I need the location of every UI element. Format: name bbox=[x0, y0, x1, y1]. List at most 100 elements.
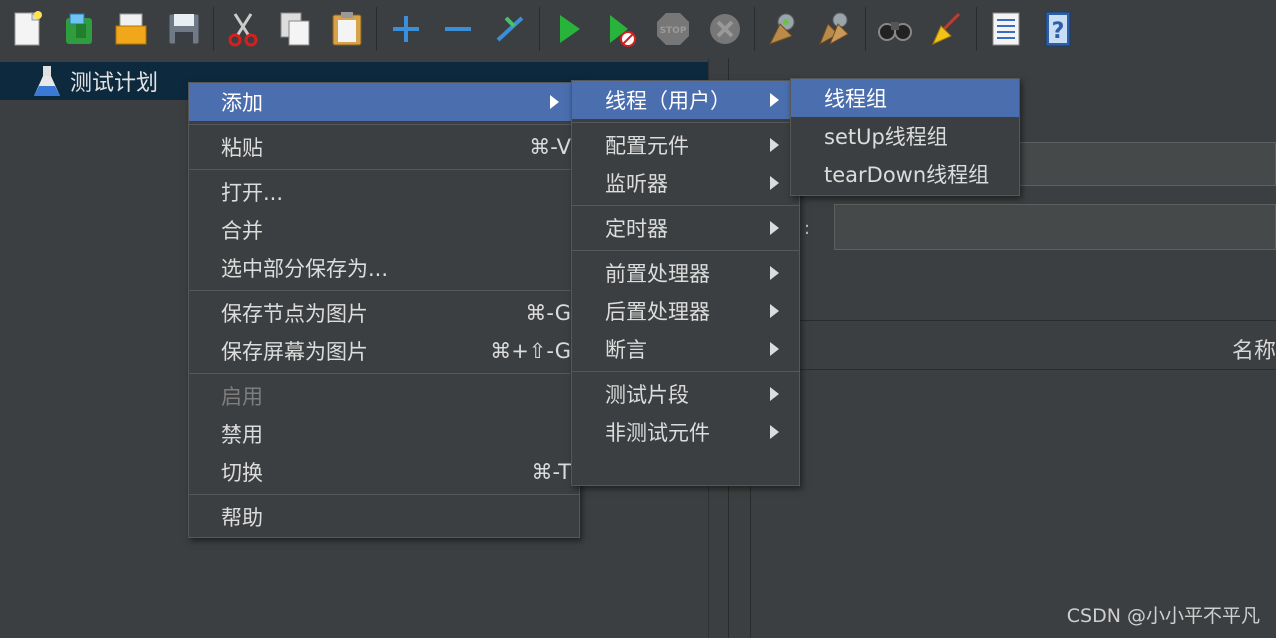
collapse-icon bbox=[445, 27, 471, 31]
comments-field[interactable] bbox=[834, 204, 1276, 250]
menu-item-disable[interactable]: 禁用 bbox=[189, 415, 579, 453]
menu-separator bbox=[572, 371, 799, 372]
menu-item-assertions[interactable]: 断言 bbox=[572, 330, 799, 368]
menu-item-setup-thread-group[interactable]: setUp线程组 bbox=[791, 117, 1019, 155]
watermark: CSDN @小小平不平凡 bbox=[1066, 605, 1260, 627]
menu-item-test-fragment[interactable]: 测试片段 bbox=[572, 375, 799, 413]
toggle-icon bbox=[496, 16, 524, 42]
menu-separator bbox=[572, 205, 799, 206]
svg-text:?: ? bbox=[1052, 19, 1065, 44]
menu-separator bbox=[189, 290, 579, 291]
copy-button[interactable] bbox=[269, 4, 321, 54]
menu-item-label: 保存屏幕为图片 bbox=[221, 340, 368, 364]
menu-item-toggle[interactable]: 切换 ⌘-T bbox=[189, 453, 579, 491]
clear-all-button[interactable] bbox=[810, 4, 862, 54]
stop-button[interactable]: STOP bbox=[647, 4, 699, 54]
toolbar-separator bbox=[539, 7, 540, 51]
menu-item-label: 切换 bbox=[221, 461, 263, 485]
menu-item-pre-processors[interactable]: 前置处理器 bbox=[572, 254, 799, 292]
menu-item-save-selection-as[interactable]: 选中部分保存为... bbox=[189, 249, 579, 287]
function-helper-button[interactable] bbox=[980, 4, 1032, 54]
menu-item-label: 打开... bbox=[221, 181, 284, 205]
toolbar-separator bbox=[213, 7, 214, 51]
search-button[interactable] bbox=[869, 4, 921, 54]
menu-item-timer[interactable]: 定时器 bbox=[572, 209, 799, 247]
comments-colon: : bbox=[804, 218, 811, 239]
menu-item-label: 添加 bbox=[221, 91, 263, 115]
new-icon bbox=[14, 11, 42, 46]
toggle-button[interactable] bbox=[484, 4, 536, 54]
submenu-arrow-icon bbox=[770, 221, 779, 235]
menu-item-label: 选中部分保存为... bbox=[221, 257, 389, 281]
tree-node-label: 测试计划 bbox=[70, 71, 159, 96]
menu-item-label: setUp线程组 bbox=[824, 125, 948, 149]
save-button[interactable] bbox=[158, 4, 210, 54]
templates-icon bbox=[66, 13, 92, 44]
cut-button[interactable] bbox=[217, 4, 269, 54]
menu-item-open[interactable]: 打开... bbox=[189, 173, 579, 211]
clear-icon bbox=[768, 13, 795, 45]
column-header-name: 名称 bbox=[1231, 339, 1276, 364]
help-button[interactable]: ? bbox=[1032, 4, 1084, 54]
shortcut-label: ⌘+⇧-G bbox=[490, 339, 571, 363]
expand-all-button[interactable] bbox=[380, 4, 432, 54]
reset-search-button[interactable] bbox=[921, 4, 973, 54]
menu-item-label: 线程组 bbox=[824, 87, 887, 111]
collapse-all-button[interactable] bbox=[432, 4, 484, 54]
start-no-pauses-icon bbox=[610, 15, 636, 47]
menu-item-post-processors[interactable]: 后置处理器 bbox=[572, 292, 799, 330]
menu-item-help[interactable]: 帮助 bbox=[189, 498, 579, 536]
submenu-arrow-icon bbox=[770, 93, 779, 107]
menu-item-label: 配置元件 bbox=[605, 134, 689, 158]
clear-all-icon bbox=[819, 12, 849, 46]
reset-search-icon bbox=[932, 12, 961, 45]
menu-item-teardown-thread-group[interactable]: tearDown线程组 bbox=[791, 155, 1019, 193]
menu-item-label: 测试片段 bbox=[605, 383, 689, 407]
start-button[interactable] bbox=[543, 4, 595, 54]
menu-item-label: 禁用 bbox=[221, 423, 263, 447]
toolbar-separator bbox=[376, 7, 377, 51]
menu-item-merge[interactable]: 合并 bbox=[189, 211, 579, 249]
shutdown-button[interactable] bbox=[699, 4, 751, 54]
new-button[interactable] bbox=[2, 4, 54, 54]
start-icon bbox=[560, 15, 580, 43]
menu-separator bbox=[572, 250, 799, 251]
expand-icon bbox=[393, 16, 419, 42]
toolbar-separator bbox=[976, 7, 977, 51]
shutdown-icon bbox=[710, 14, 740, 44]
menu-item-non-test-elements[interactable]: 非测试元件 bbox=[572, 413, 799, 451]
menu-item-paste[interactable]: 粘贴 ⌘-V bbox=[189, 128, 579, 166]
submenu-arrow-icon bbox=[770, 266, 779, 280]
threads-submenu: 线程组 setUp线程组 tearDown线程组 bbox=[790, 78, 1020, 196]
open-button[interactable] bbox=[106, 4, 158, 54]
name-field[interactable] bbox=[1008, 142, 1276, 186]
menu-item-label: 前置处理器 bbox=[605, 262, 710, 286]
search-icon bbox=[878, 22, 912, 41]
menu-separator bbox=[189, 124, 579, 125]
menu-item-save-screen-as-image[interactable]: 保存屏幕为图片 ⌘+⇧-G bbox=[189, 332, 579, 370]
stop-text: STOP bbox=[660, 26, 687, 36]
clear-button[interactable] bbox=[758, 4, 810, 54]
menu-item-label: 线程（用户） bbox=[605, 89, 731, 113]
start-no-pauses-button[interactable] bbox=[595, 4, 647, 54]
submenu-arrow-icon bbox=[770, 176, 779, 190]
submenu-arrow-icon bbox=[770, 138, 779, 152]
help-icon: ? bbox=[1045, 11, 1071, 47]
menu-separator bbox=[189, 373, 579, 374]
menu-separator bbox=[189, 494, 579, 495]
menu-item-add[interactable]: 添加 bbox=[189, 83, 579, 121]
menu-item-label: 监听器 bbox=[605, 172, 668, 196]
menu-item-label: 定时器 bbox=[605, 217, 668, 241]
menu-item-label: 断言 bbox=[605, 338, 647, 362]
paste-button[interactable] bbox=[321, 4, 373, 54]
menu-item-thread-group[interactable]: 线程组 bbox=[791, 79, 1019, 117]
menu-item-save-node-as-image[interactable]: 保存节点为图片 ⌘-G bbox=[189, 294, 579, 332]
menu-item-listener[interactable]: 监听器 bbox=[572, 164, 799, 202]
menu-item-threads[interactable]: 线程（用户） bbox=[572, 81, 799, 119]
menu-item-label: 帮助 bbox=[221, 506, 263, 530]
variables-table bbox=[750, 370, 1276, 638]
toolbar: STOP ? bbox=[0, 0, 1276, 58]
templates-button[interactable] bbox=[54, 4, 106, 54]
submenu-arrow-icon bbox=[550, 95, 559, 109]
menu-item-config-element[interactable]: 配置元件 bbox=[572, 126, 799, 164]
